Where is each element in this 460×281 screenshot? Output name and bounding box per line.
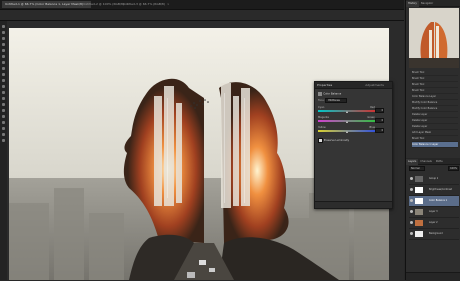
right-panel-column: History Navigator Brush Tool Brush Tool B… [405, 0, 460, 281]
blur-tool-icon[interactable] [2, 97, 5, 100]
visibility-eye-icon[interactable] [410, 221, 413, 224]
tab-navigator[interactable]: Navigator [419, 1, 435, 7]
layer-thumbnail [415, 209, 423, 215]
magenta-green-slider-row: Magenta Green 0 [318, 116, 384, 123]
tab-layers[interactable]: Layers [406, 159, 419, 165]
layer-row[interactable]: Brightness/Contrast [409, 185, 459, 196]
marquee-tool-icon[interactable] [2, 31, 5, 34]
tab-history[interactable]: History [406, 1, 419, 7]
history-item-selected[interactable]: Color Balance 1 Layer [412, 142, 458, 148]
eyedropper-tool-icon[interactable] [2, 55, 5, 58]
layer-mask-thumbnail [415, 187, 423, 193]
tab-channels[interactable]: Channels [418, 159, 434, 165]
slider-knob[interactable] [345, 121, 348, 123]
tab-label: Untitled-1 @ 66.7% (Color Balance 1, Lay… [5, 2, 84, 6]
tone-row: Tone: Midtones [318, 98, 388, 103]
crop-tool-icon[interactable] [2, 49, 5, 52]
properties-panel: Properties Adjustments Color Balance Ton… [314, 81, 393, 209]
visibility-eye-icon[interactable] [410, 210, 413, 213]
document-tab[interactable]: Untitled-3 @ 66.7% (RGB/8) × [120, 1, 173, 8]
preserve-luminosity-label: Preserve Luminosity [323, 139, 350, 142]
layer-row[interactable]: Background [409, 229, 459, 240]
tab-label: Untitled-3 @ 66.7% (RGB/8) [123, 2, 165, 6]
layer-name: Layer 3 [429, 210, 438, 213]
layer-name: Color Balance 1 [429, 199, 448, 202]
type-tool-icon[interactable] [2, 115, 5, 118]
history-panel-header: History Navigator [406, 0, 460, 7]
adjustment-name: Color Balance [323, 92, 342, 96]
tone-select[interactable]: Midtones [325, 98, 347, 103]
layer-thumbnail [415, 231, 423, 237]
options-bar [0, 10, 404, 21]
zoom-tool-icon[interactable] [2, 139, 5, 142]
slider-knob[interactable] [345, 111, 348, 113]
properties-footer [315, 201, 392, 208]
gradient-tool-icon[interactable] [2, 91, 5, 94]
yellow-blue-slider-row: Yellow Blue 0 [318, 126, 384, 133]
visibility-eye-icon[interactable] [410, 188, 413, 191]
cyan-red-slider-row: Cyan Red 0 [318, 106, 384, 113]
preserve-luminosity-row: Preserve Luminosity [318, 138, 349, 143]
document-tab[interactable]: Untitled-1 @ 66.7% (Color Balance 1, Lay… [2, 1, 91, 8]
hand-tool-icon[interactable] [2, 133, 5, 136]
slider-value-field[interactable]: 0 [375, 118, 384, 123]
quick-select-tool-icon[interactable] [2, 43, 5, 46]
slider-value-field[interactable]: 0 [375, 108, 384, 113]
preserve-luminosity-checkbox[interactable] [318, 138, 323, 143]
blend-mode-select[interactable]: Normal [409, 166, 425, 171]
layer-row[interactable]: Group 1 [409, 174, 459, 185]
layer-name: Brightness/Contrast [429, 188, 452, 191]
adjustments-tab[interactable]: Adjustments [365, 82, 384, 88]
document-tab-bar: Untitled-1 @ 66.7% (Color Balance 1, Lay… [0, 0, 404, 10]
layer-thumbnail [415, 220, 423, 226]
healing-tool-icon[interactable] [2, 61, 5, 64]
layer-filter-row: Normal 100% [409, 166, 459, 171]
history-brush-tool-icon[interactable] [2, 79, 5, 82]
tab-paths[interactable]: Paths [434, 159, 445, 165]
tab-label: Untitled-2 @ 100% (RGB/8) [83, 2, 125, 6]
layer-name: Group 1 [429, 177, 439, 180]
panel-title-text: Properties [317, 83, 333, 87]
close-tab-icon[interactable]: × [167, 2, 170, 6]
slider-left-label: Cyan [318, 106, 325, 109]
path-select-tool-icon[interactable] [2, 121, 5, 124]
color-balance-icon [318, 92, 322, 96]
shape-tool-icon[interactable] [2, 127, 5, 130]
layer-row-selected[interactable]: Color Balance 1 [409, 196, 459, 207]
eraser-tool-icon[interactable] [2, 85, 5, 88]
layer-name: Background [429, 232, 443, 235]
clone-stamp-tool-icon[interactable] [2, 73, 5, 76]
visibility-eye-icon[interactable] [410, 177, 413, 180]
layer-mask-thumbnail [415, 198, 423, 204]
slider-left-label: Yellow [318, 126, 326, 129]
brush-tool-icon[interactable] [2, 67, 5, 70]
adjustment-header: Color Balance [318, 91, 388, 96]
pen-tool-icon[interactable] [2, 109, 5, 112]
layer-row[interactable]: Layer 2 [409, 218, 459, 229]
slider-value-field[interactable]: 0 [375, 128, 384, 133]
layer-name: Layer 2 [429, 221, 438, 224]
visibility-eye-icon[interactable] [410, 232, 413, 235]
move-tool-icon[interactable] [2, 25, 5, 28]
slider-right-label: Green [367, 116, 375, 119]
history-snapshot-thumbnail[interactable] [409, 8, 459, 68]
history-list: Brush Tool Brush Tool Brush Tool Brush T… [406, 70, 460, 154]
slider-left-label: Magenta [318, 116, 329, 119]
layers-panel-header: Layers Channels Paths [406, 158, 460, 165]
lasso-tool-icon[interactable] [2, 37, 5, 40]
slider-knob[interactable] [345, 131, 348, 133]
properties-panel-title[interactable]: Properties Adjustments [315, 82, 392, 89]
snapshot-image [409, 8, 459, 68]
folder-icon [415, 176, 423, 182]
visibility-eye-icon[interactable] [410, 199, 413, 202]
dodge-tool-icon[interactable] [2, 103, 5, 106]
opacity-field[interactable]: 100% [448, 166, 459, 171]
layer-row[interactable]: Layer 3 [409, 207, 459, 218]
